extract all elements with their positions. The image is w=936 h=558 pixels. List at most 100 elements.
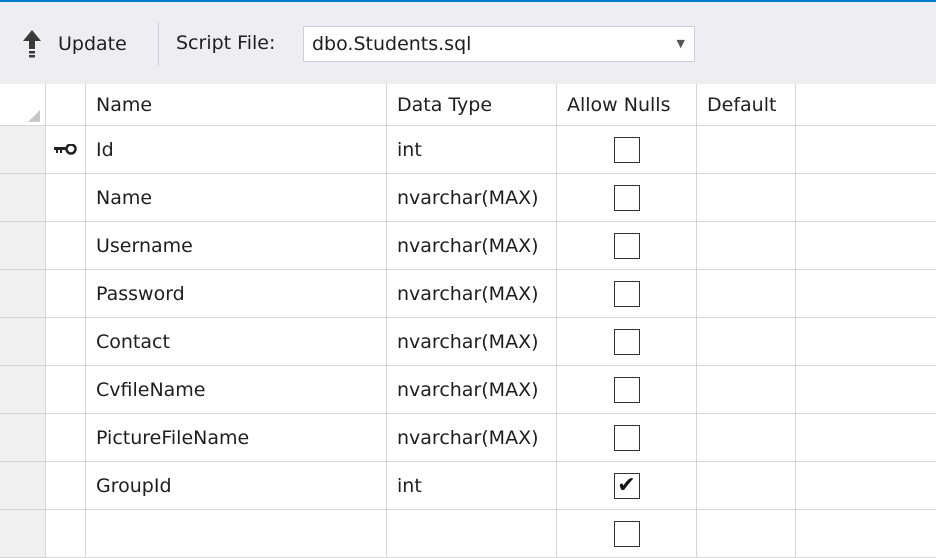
table-row[interactable]: Name nvarchar(MAX) — [0, 174, 936, 222]
key-cell — [46, 222, 86, 270]
row-filler — [796, 222, 936, 270]
update-button[interactable]: Update — [18, 20, 127, 68]
data-type-text: nvarchar(MAX) — [397, 330, 539, 353]
header-default[interactable]: Default — [697, 84, 796, 126]
header-key-column — [46, 84, 86, 126]
row-filler — [796, 414, 936, 462]
row-selector[interactable] — [0, 270, 46, 318]
row-selector[interactable] — [0, 462, 46, 510]
column-name-text: GroupId — [96, 474, 172, 497]
row-selector[interactable] — [0, 126, 46, 174]
table-row[interactable]: Id int — [0, 126, 936, 174]
row-filler — [796, 366, 936, 414]
header-filler — [796, 84, 936, 126]
key-cell — [46, 366, 86, 414]
key-cell — [46, 126, 86, 174]
key-cell — [46, 414, 86, 462]
row-filler — [796, 318, 936, 366]
key-cell — [46, 318, 86, 366]
column-name-cell[interactable]: Contact — [86, 318, 387, 366]
column-name-cell[interactable]: CvfileName — [86, 366, 387, 414]
row-filler — [796, 510, 936, 558]
toolbar-separator — [158, 22, 159, 66]
data-type-text: int — [397, 138, 422, 161]
row-selector[interactable] — [0, 366, 46, 414]
table-row[interactable]: GroupId int ✔ — [0, 462, 936, 510]
script-file-value: dbo.Students.sql — [312, 33, 472, 55]
column-name-cell[interactable]: Id — [86, 126, 387, 174]
row-filler — [796, 174, 936, 222]
default-value-cell[interactable] — [697, 222, 796, 270]
row-selector[interactable] — [0, 510, 46, 558]
table-row[interactable]: PictureFileName nvarchar(MAX) — [0, 414, 936, 462]
column-name-cell[interactable]: PictureFileName — [86, 414, 387, 462]
column-name-cell[interactable]: Name — [86, 174, 387, 222]
table-row[interactable]: Contact nvarchar(MAX) — [0, 318, 936, 366]
data-type-cell[interactable]: nvarchar(MAX) — [387, 318, 557, 366]
default-value-cell[interactable] — [697, 462, 796, 510]
row-selector[interactable] — [0, 174, 46, 222]
data-type-text: nvarchar(MAX) — [397, 282, 539, 305]
table-row[interactable]: CvfileName nvarchar(MAX) — [0, 366, 936, 414]
allow-nulls-checkbox[interactable]: ✔ — [613, 472, 640, 499]
default-value-cell[interactable] — [697, 366, 796, 414]
row-filler — [796, 126, 936, 174]
key-cell — [46, 510, 86, 558]
allow-nulls-checkbox[interactable] — [613, 280, 640, 307]
data-type-cell[interactable]: nvarchar(MAX) — [387, 270, 557, 318]
allow-nulls-checkbox[interactable] — [613, 232, 640, 259]
data-type-cell[interactable]: nvarchar(MAX) — [387, 366, 557, 414]
data-type-cell[interactable]: nvarchar(MAX) — [387, 414, 557, 462]
column-name-text: Id — [96, 138, 114, 161]
allow-nulls-cell — [557, 318, 697, 366]
allow-nulls-cell — [557, 174, 697, 222]
default-value-cell[interactable] — [697, 174, 796, 222]
allow-nulls-cell — [557, 510, 697, 558]
key-icon — [53, 139, 78, 161]
column-name-cell[interactable]: Username — [86, 222, 387, 270]
grid-corner[interactable] — [0, 84, 46, 126]
column-name-cell[interactable]: Password — [86, 270, 387, 318]
row-selector[interactable] — [0, 318, 46, 366]
header-name[interactable]: Name — [86, 84, 387, 126]
column-name-cell[interactable]: GroupId — [86, 462, 387, 510]
script-file-combobox[interactable]: dbo.Students.sql ▼ — [303, 26, 695, 62]
upload-arrow-icon — [18, 27, 46, 61]
row-selector[interactable] — [0, 222, 46, 270]
column-name-text: PictureFileName — [96, 426, 250, 449]
allow-nulls-checkbox[interactable] — [613, 328, 640, 355]
designer-toolbar: Update Script File: dbo.Students.sql ▼ — [0, 2, 936, 84]
default-value-cell[interactable] — [697, 510, 796, 558]
data-type-cell[interactable]: nvarchar(MAX) — [387, 222, 557, 270]
column-name-cell[interactable] — [86, 510, 387, 558]
default-value-cell[interactable] — [697, 126, 796, 174]
grid-header-row: Name Data Type Allow Nulls Default — [0, 84, 936, 126]
header-data-type[interactable]: Data Type — [387, 84, 557, 126]
table-row[interactable]: Password nvarchar(MAX) — [0, 270, 936, 318]
row-filler — [796, 462, 936, 510]
update-label: Update — [58, 33, 127, 55]
header-allow-nulls[interactable]: Allow Nulls — [557, 84, 697, 126]
allow-nulls-checkbox[interactable] — [613, 184, 640, 211]
script-file-label: Script File: — [176, 32, 276, 54]
allow-nulls-checkbox[interactable] — [613, 520, 640, 547]
data-type-cell[interactable]: int — [387, 462, 557, 510]
column-name-text: Username — [96, 234, 193, 257]
table-row[interactable]: Username nvarchar(MAX) — [0, 222, 936, 270]
default-value-cell[interactable] — [697, 318, 796, 366]
data-type-cell[interactable] — [387, 510, 557, 558]
data-type-cell[interactable]: int — [387, 126, 557, 174]
row-selector[interactable] — [0, 414, 46, 462]
data-type-text: int — [397, 474, 422, 497]
key-cell — [46, 174, 86, 222]
allow-nulls-checkbox[interactable] — [613, 136, 640, 163]
row-filler — [796, 270, 936, 318]
allow-nulls-checkbox[interactable] — [613, 376, 640, 403]
chevron-down-icon[interactable]: ▼ — [677, 37, 685, 50]
data-type-cell[interactable]: nvarchar(MAX) — [387, 174, 557, 222]
default-value-cell[interactable] — [697, 414, 796, 462]
column-name-text: Password — [96, 282, 185, 305]
default-value-cell[interactable] — [697, 270, 796, 318]
table-row[interactable] — [0, 510, 936, 558]
allow-nulls-checkbox[interactable] — [613, 424, 640, 451]
